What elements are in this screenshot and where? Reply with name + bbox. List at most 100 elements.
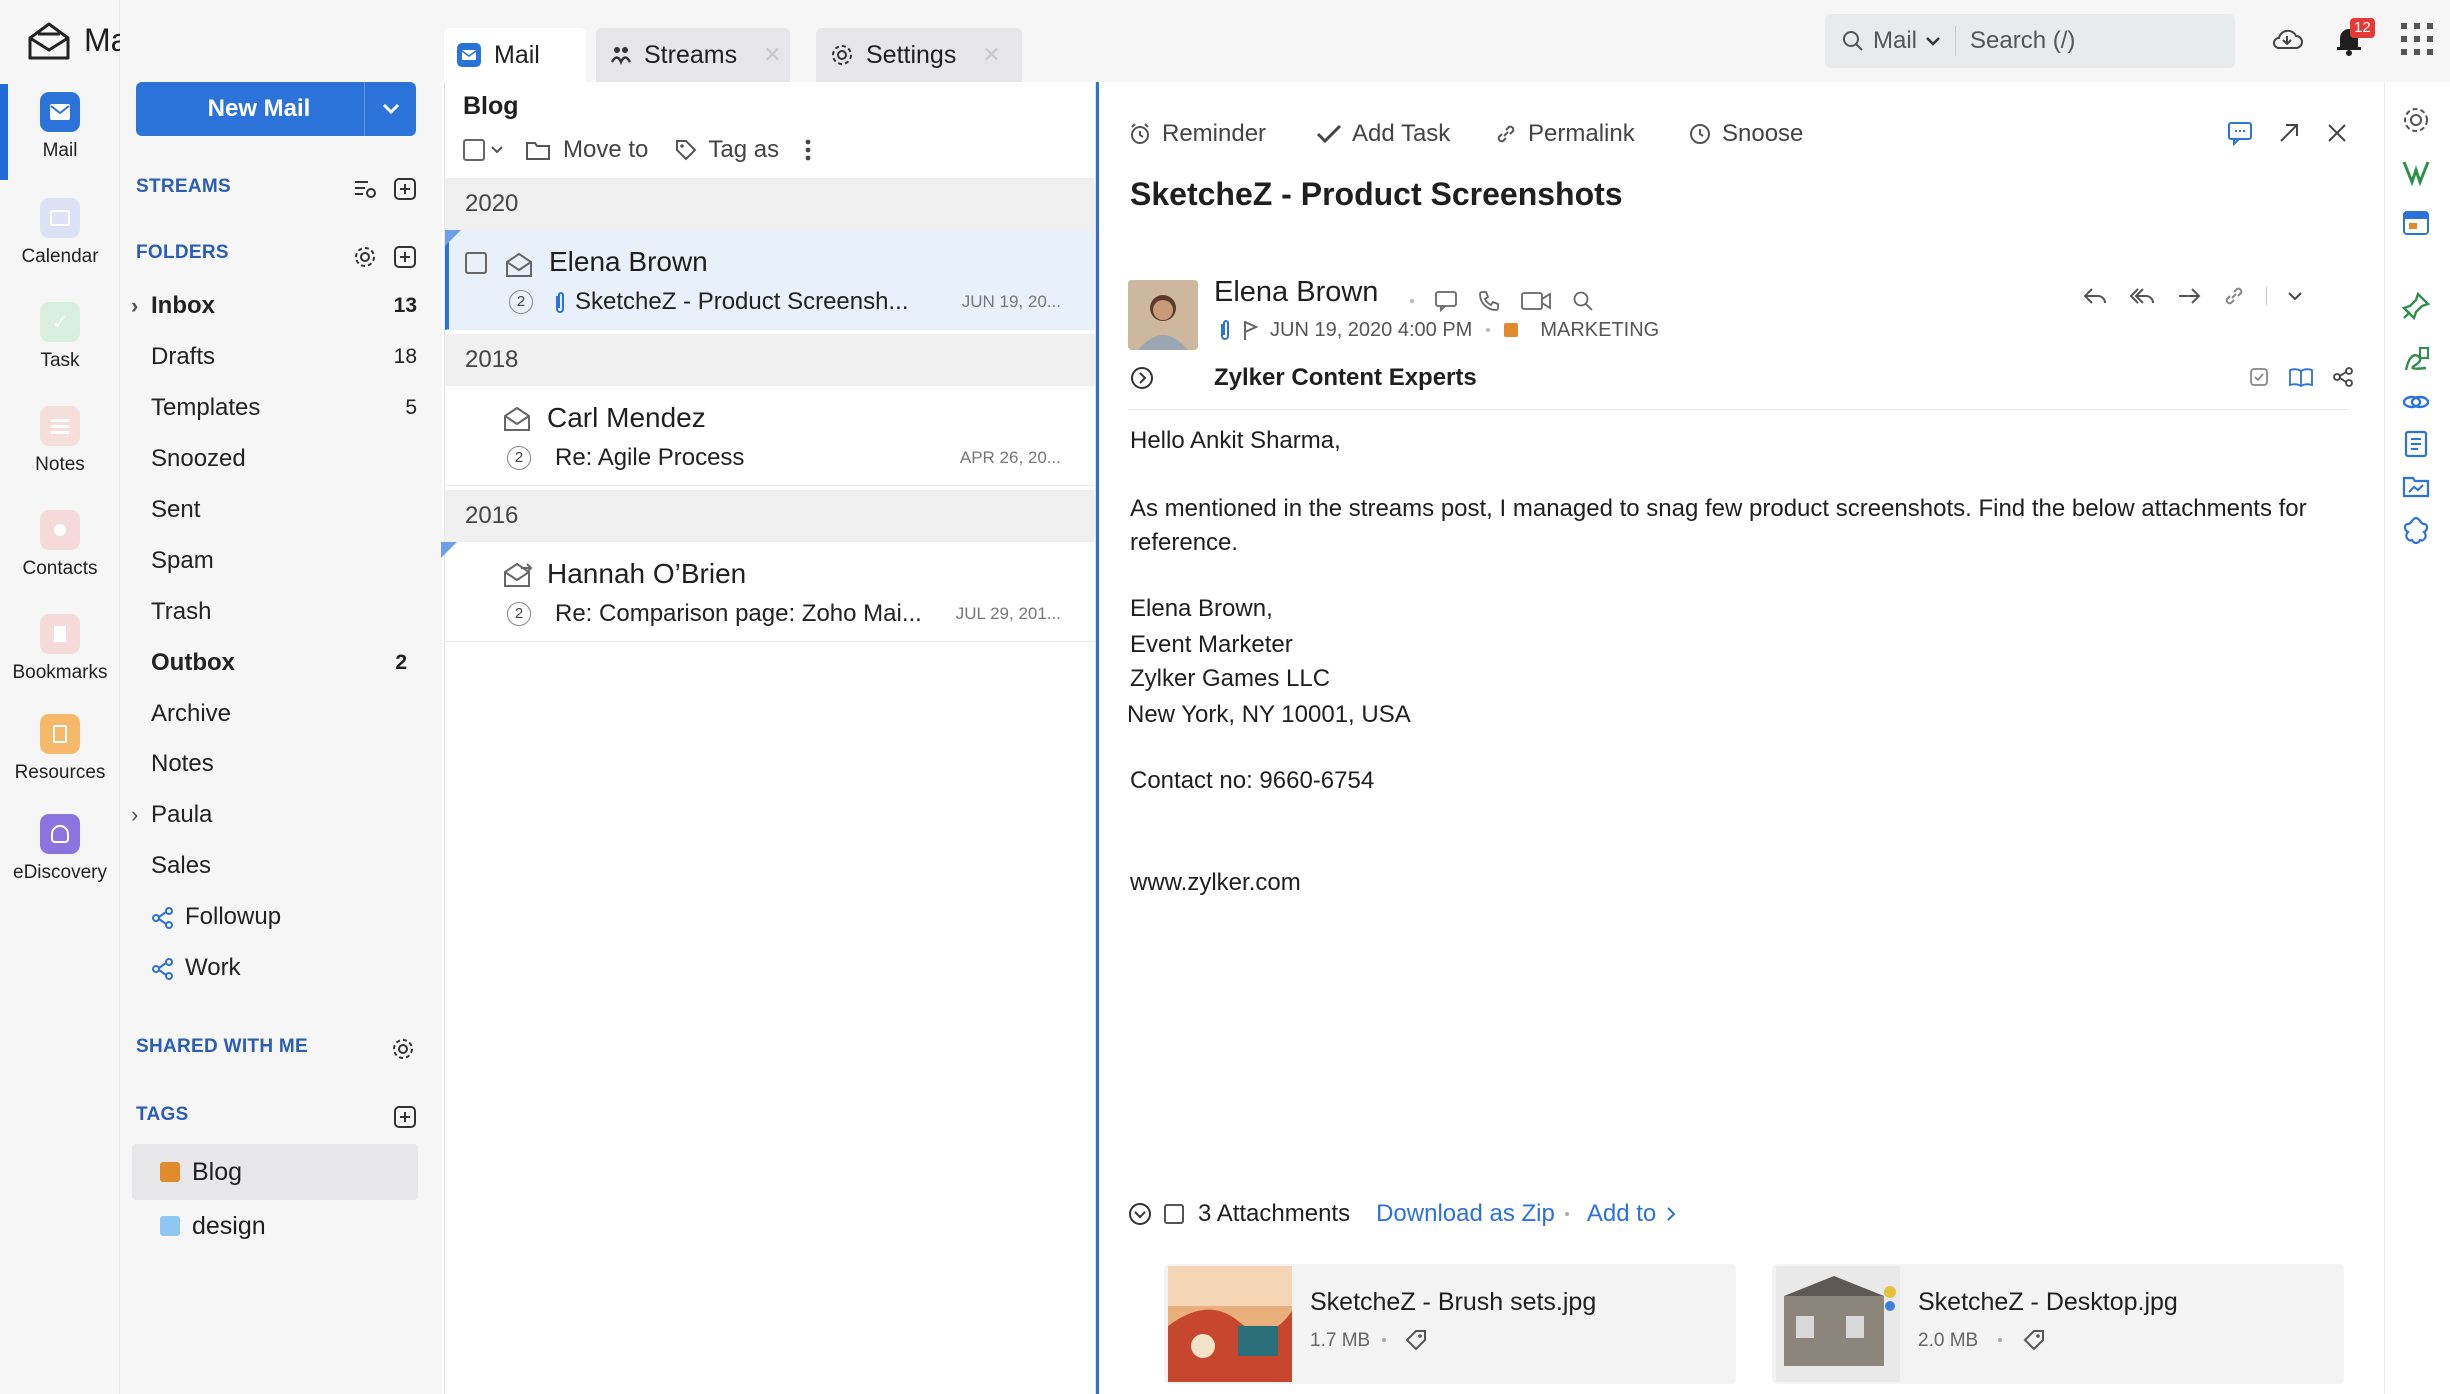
settings-icon[interactable] [2400, 104, 2432, 136]
add-to-link[interactable]: Add to [1587, 1200, 1656, 1228]
tag-blog[interactable]: Blog [132, 1144, 418, 1200]
move-to-button[interactable]: Move to [563, 136, 648, 164]
chevron-circle-down-icon[interactable] [1128, 1202, 1152, 1226]
sign-icon[interactable] [2400, 344, 2432, 376]
close-icon[interactable]: ✕ [763, 42, 781, 68]
pin-icon[interactable] [2400, 290, 2432, 322]
tag-icon[interactable] [1404, 1328, 1428, 1352]
folder-trash[interactable]: Trash [151, 592, 421, 632]
mail-label[interactable]: MARKETING [1540, 319, 1659, 342]
folder-work[interactable]: Work [151, 948, 421, 988]
reply-icon[interactable] [2082, 285, 2108, 307]
stream-settings-icon[interactable] [352, 176, 378, 202]
search-bar[interactable]: Mail Search (/) [1825, 14, 2235, 68]
comment-icon[interactable] [2226, 120, 2256, 150]
video-call-icon[interactable] [1520, 290, 1552, 312]
app-grid-icon[interactable] [2400, 22, 2434, 56]
folder-paula[interactable]: › Paula [131, 795, 421, 835]
rail-item-calendar[interactable]: Calendar [0, 198, 120, 268]
add-stream-icon[interactable] [392, 176, 418, 202]
integrations-gear-icon[interactable] [2400, 514, 2432, 546]
search-scope[interactable]: Mail [1873, 27, 1917, 55]
open-book-icon[interactable] [2288, 366, 2314, 388]
workdrive-icon[interactable] [2400, 470, 2432, 502]
folder-settings-icon[interactable] [352, 244, 378, 270]
sender-avatar[interactable] [1128, 280, 1198, 350]
share-icon[interactable] [2332, 366, 2354, 388]
rail-item-notes[interactable]: Notes [0, 406, 120, 476]
rail-item-ediscovery[interactable]: eDiscovery [0, 814, 120, 884]
search-icon[interactable] [1572, 290, 1594, 312]
reminder-button[interactable]: Reminder [1128, 120, 1266, 148]
chevron-right-icon[interactable]: › [131, 795, 138, 835]
sender-name[interactable]: Elena Brown [1214, 276, 1378, 309]
pop-out-icon[interactable] [2276, 120, 2306, 150]
chevron-right-icon[interactable] [1666, 1206, 1676, 1222]
rail-item-mail[interactable]: Mail [0, 92, 120, 162]
chevron-down-icon[interactable] [491, 146, 503, 154]
rail-item-resources[interactable]: Resources [0, 714, 120, 784]
rail-item-contacts[interactable]: Contacts [0, 510, 120, 580]
add-folder-icon[interactable] [392, 244, 418, 270]
zoho-writer-icon[interactable] [2400, 156, 2432, 188]
snooze-button[interactable]: Snoose [1688, 120, 1803, 148]
stream-name[interactable]: Zylker Content Experts [1214, 364, 1477, 392]
reply-all-icon[interactable] [2128, 285, 2156, 307]
tag-design[interactable]: design [132, 1198, 418, 1254]
flag-icon[interactable] [1242, 319, 1258, 341]
chat-icon[interactable] [1434, 290, 1458, 312]
select-all-checkbox[interactable] [463, 139, 485, 161]
folder-drafts[interactable]: Drafts 18 [151, 337, 421, 377]
attachment-card[interactable]: SketcheZ - Desktop.jpg 2.0 MB [1772, 1264, 2344, 1384]
new-mail-button[interactable]: New Mail [136, 82, 416, 136]
folder-spam[interactable]: Spam [151, 541, 421, 581]
mail-checkbox[interactable] [465, 252, 487, 274]
add-tag-icon[interactable] [392, 1104, 418, 1130]
folder-inbox[interactable]: › Inbox 13 [131, 286, 421, 326]
folder-templates[interactable]: Templates 5 [151, 388, 421, 428]
shared-settings-icon[interactable] [390, 1036, 416, 1062]
tab-streams[interactable]: Streams ✕ [596, 28, 790, 82]
folder-sales[interactable]: Sales [151, 846, 421, 886]
rail-item-bookmarks[interactable]: Bookmarks [0, 614, 120, 684]
mail-row[interactable]: Carl Mendez 2 Re: Agile Process APR 26, … [445, 386, 1095, 486]
signature-website[interactable]: www.zylker.com [1130, 866, 2360, 900]
calendar-widget-icon[interactable] [2400, 206, 2432, 238]
tag-as-button[interactable]: Tag as [708, 136, 779, 164]
chevron-right-icon[interactable]: › [131, 286, 138, 326]
cloud-sync-icon[interactable] [2270, 24, 2304, 54]
folder-notes[interactable]: Notes [151, 744, 421, 784]
document-icon[interactable] [2400, 428, 2432, 460]
close-icon[interactable] [2324, 120, 2354, 150]
permalink-button[interactable]: Permalink [1494, 120, 1635, 148]
folder-sent[interactable]: Sent [151, 490, 421, 530]
tag-icon[interactable] [2022, 1328, 2046, 1352]
stream-play-icon[interactable] [1130, 366, 1154, 390]
link-chain-icon[interactable] [2400, 386, 2432, 418]
tab-settings[interactable]: Settings ✕ [816, 28, 1022, 82]
chevron-down-icon[interactable] [364, 82, 416, 136]
chevron-down-icon[interactable] [1925, 36, 1941, 46]
more-options-icon[interactable] [805, 138, 811, 162]
add-task-button[interactable]: Add Task [1316, 120, 1450, 148]
folder-outbox[interactable]: Outbox 2 [151, 643, 421, 683]
folder-followup[interactable]: Followup [151, 897, 421, 937]
download-zip-link[interactable]: Download as Zip [1376, 1200, 1555, 1228]
folder-snoozed[interactable]: Snoozed [151, 439, 421, 479]
mail-row[interactable]: Hannah O’Brien 2 Re: Comparison page: Zo… [441, 542, 1095, 642]
folder-archive[interactable]: Archive [151, 694, 421, 734]
close-icon[interactable]: ✕ [982, 42, 1000, 68]
rail-item-task[interactable]: ✓ Task [0, 302, 120, 372]
search-input[interactable]: Search (/) [1970, 27, 2075, 55]
calendar-icon [40, 198, 80, 238]
search-divider [1955, 26, 1957, 56]
mail-row[interactable]: Elena Brown 2 SketcheZ - Product Screens… [445, 230, 1095, 330]
task-check-icon[interactable] [2248, 366, 2270, 388]
link-icon[interactable] [2222, 284, 2246, 308]
phone-icon[interactable] [1478, 290, 1500, 312]
forward-icon[interactable] [2176, 285, 2202, 307]
chevron-down-icon[interactable] [2287, 291, 2303, 301]
attachments-checkbox[interactable] [1164, 1204, 1184, 1224]
tab-mail[interactable]: Mail [444, 28, 586, 82]
attachment-card[interactable]: SketcheZ - Brush sets.jpg 1.7 MB [1164, 1264, 1736, 1384]
